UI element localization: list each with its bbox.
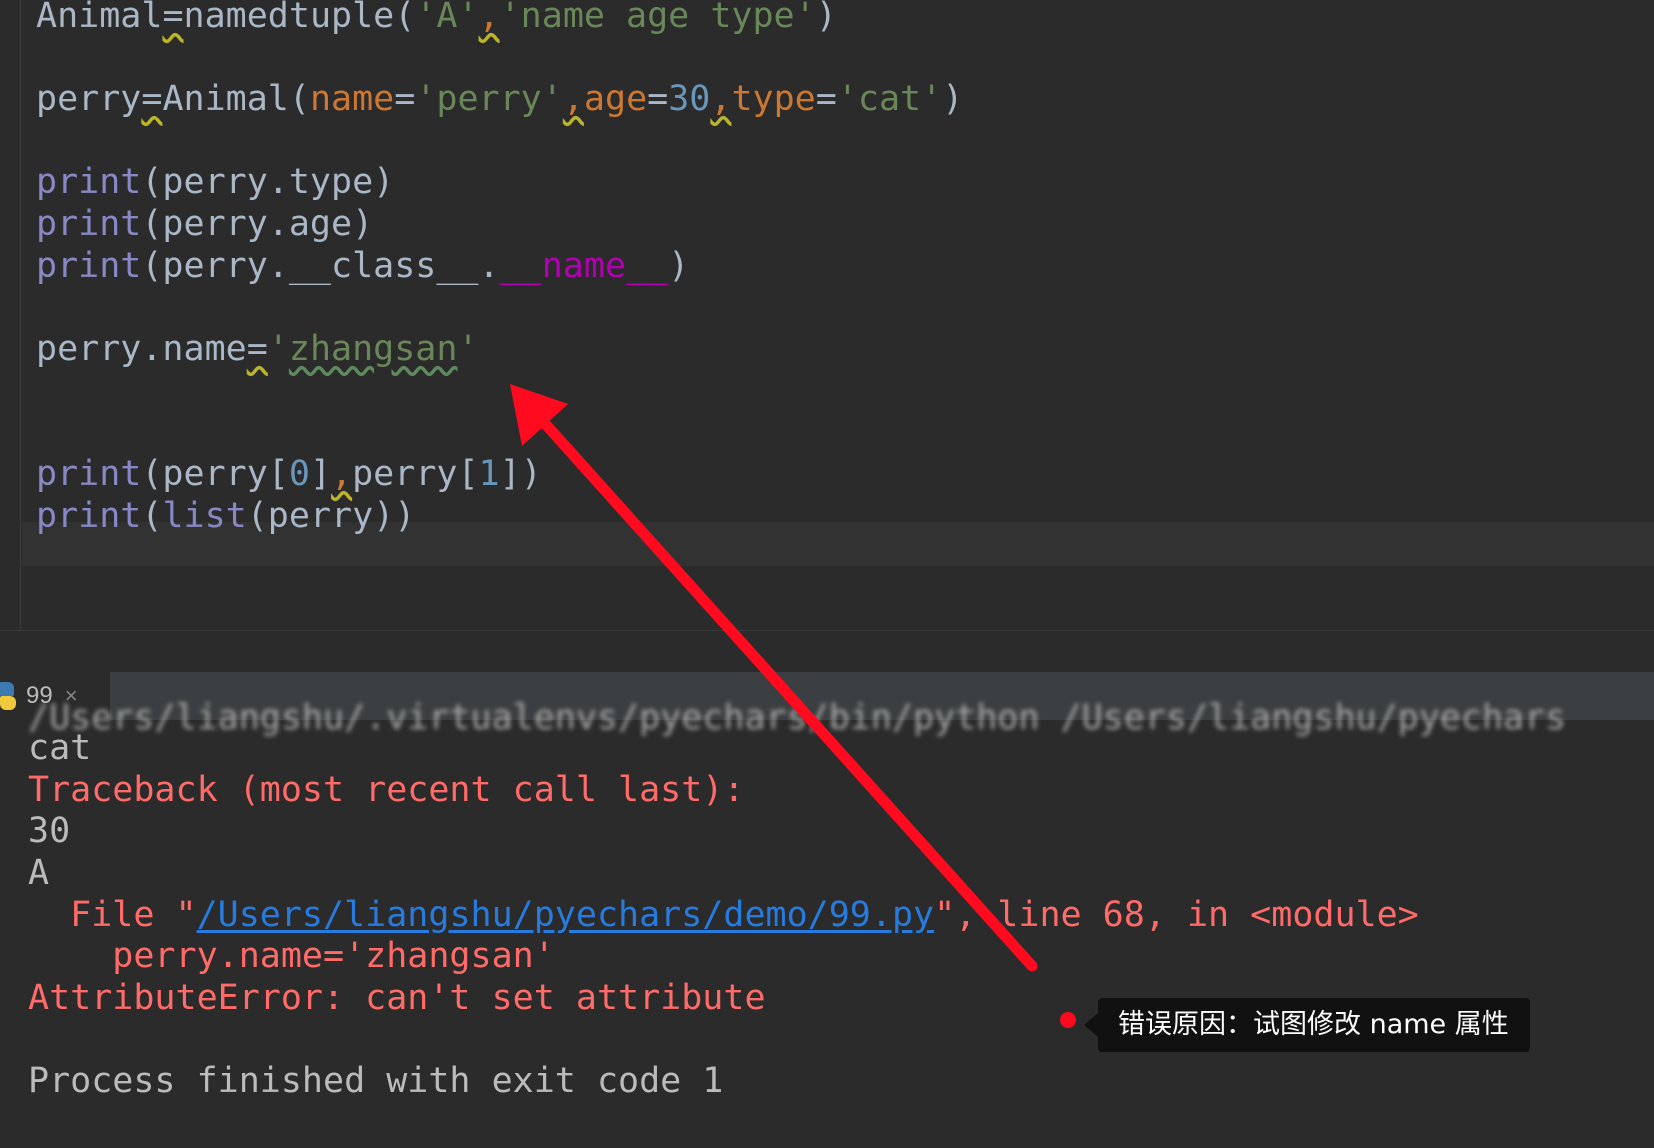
code-token: print (36, 246, 142, 286)
code-token: print (36, 454, 142, 494)
panel-splitter[interactable] (0, 630, 1654, 672)
console-output-line: cat (28, 728, 92, 768)
code-token: 30 (668, 79, 711, 119)
annotation-tooltip: 错误原因：试图修改 name 属性 (1084, 998, 1530, 1052)
console-exit-message: Process finished with exit code 1 (28, 1061, 724, 1101)
annotation-dot (1060, 1012, 1076, 1028)
code-token: print (36, 204, 142, 244)
console-output-line: A (28, 853, 50, 893)
traceback-file-suffix: ", line 68, in <module> (934, 895, 1419, 935)
code-token: = (647, 79, 669, 119)
code-token: (perry.type) (141, 162, 395, 202)
code-token: 'name age type' (499, 0, 816, 36)
traceback-file-link[interactable]: /Users/liangshu/pyechars/demo/99.py (197, 895, 935, 935)
code-token: perry[ (352, 454, 479, 494)
code-line[interactable]: print(perry.__class__.__name__) (36, 244, 689, 288)
code-line[interactable]: print(perry.type) (36, 160, 394, 204)
code-token: , (710, 79, 732, 119)
console-output-line: 30 (28, 811, 71, 851)
code-token: = (162, 0, 184, 36)
console-error-message: AttributeError: can't set attribute (28, 978, 766, 1018)
code-token: (perry.age) (141, 204, 374, 244)
code-token: namedtuple( (183, 0, 416, 36)
code-token: __name__ (499, 246, 669, 286)
code-token: Animal( (162, 79, 310, 119)
code-token: = (141, 79, 163, 119)
code-token: type (731, 79, 816, 119)
code-token: (perry)) (246, 496, 416, 536)
gutter-divider (20, 0, 21, 630)
code-line[interactable]: print(list(perry)) (36, 494, 415, 538)
code-token: 'cat' (836, 79, 943, 119)
code-token: ) (942, 79, 964, 119)
code-token: print (36, 496, 142, 536)
code-line[interactable]: print(perry.age) (36, 202, 373, 246)
code-token: ] (309, 454, 332, 494)
run-console[interactable]: /Users/liangshu/.virtualenvs/pyechars/bi… (0, 698, 1654, 1148)
code-editor[interactable]: Animal=namedtuple('A','name age type') p… (0, 0, 1654, 630)
code-token: ' (267, 329, 289, 369)
code-token: perry.name (36, 329, 247, 369)
code-line[interactable]: perry=Animal(name='perry',age=30,type='c… (36, 77, 963, 121)
code-line[interactable]: Animal=namedtuple('A','name age type') (36, 0, 837, 38)
code-token: ' (457, 329, 479, 369)
code-token: ) (815, 0, 837, 36)
console-traceback-file-line: File "/Users/liangshu/pyechars/demo/99.p… (28, 893, 1419, 937)
code-token: 'A' (415, 0, 479, 36)
console-traceback-header: Traceback (most recent call last): (28, 770, 745, 810)
code-token: = (815, 79, 837, 119)
code-token: , (331, 454, 353, 494)
ide-window: Animal=namedtuple('A','name age type') p… (0, 0, 1654, 1148)
code-token: 'perry' (415, 79, 563, 119)
code-line[interactable]: print(perry[0],perry[1]) (36, 452, 542, 496)
code-token: 1 (478, 454, 500, 494)
code-token: ( (141, 496, 163, 536)
python-icon (0, 682, 16, 710)
code-token: zhangsan (288, 329, 458, 369)
code-token: (perry.__class__. (141, 246, 500, 286)
code-token: = (246, 329, 268, 369)
traceback-file-prefix: File " (28, 895, 197, 935)
code-token: ]) (499, 454, 542, 494)
code-token: age (583, 79, 648, 119)
code-token: perry (36, 79, 142, 119)
code-token: name (309, 79, 395, 119)
code-token: 0 (288, 454, 310, 494)
code-token: list (162, 496, 247, 536)
code-token: , (562, 79, 584, 119)
code-token: = (394, 79, 416, 119)
code-token: Animal (36, 0, 163, 36)
code-token: , (478, 0, 500, 36)
code-token: ) (668, 246, 690, 286)
console-traceback-code-echo: perry.name='zhangsan' (28, 936, 555, 976)
code-token: print (36, 162, 142, 202)
code-token: (perry[ (141, 454, 289, 494)
console-command-line: /Users/liangshu/.virtualenvs/pyechars/bi… (28, 698, 1567, 738)
code-line[interactable]: perry.name='zhangsan' (36, 327, 479, 371)
